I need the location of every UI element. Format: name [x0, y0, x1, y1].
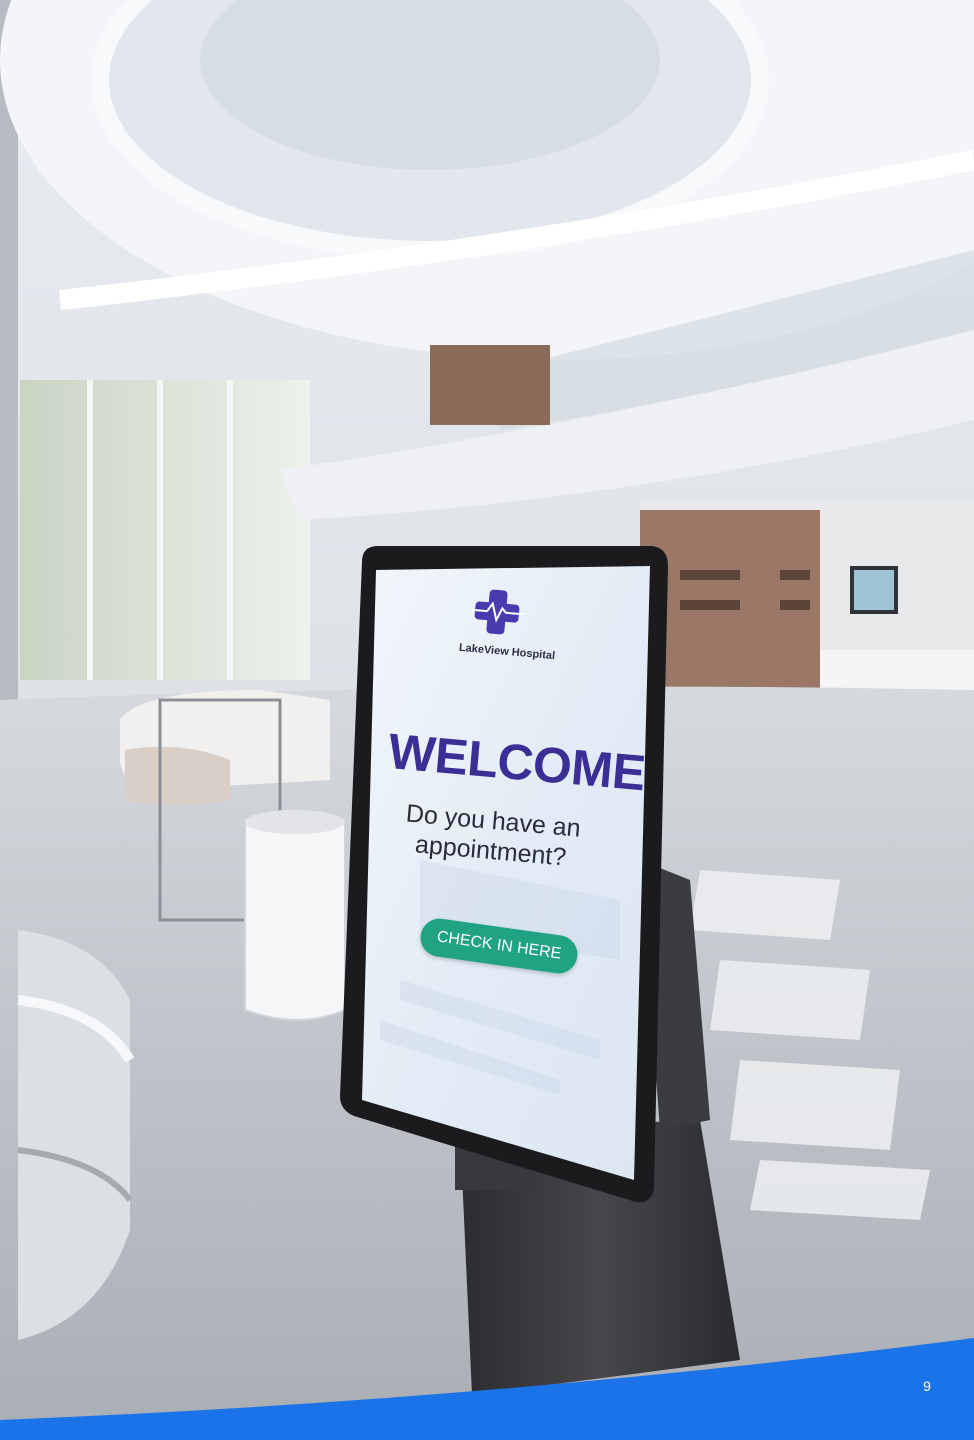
page: LakeView Hospital WELCOME Do you have an… — [0, 0, 974, 1440]
wood-panel-upper — [430, 345, 550, 425]
round-desk — [244, 809, 346, 1021]
page-number: 9 — [923, 1378, 931, 1394]
kiosk-screen — [362, 566, 650, 1180]
round-desk-top — [245, 810, 345, 834]
hospital-lobby-photo — [0, 0, 974, 1440]
window-wall — [20, 380, 310, 680]
lounge-seat — [125, 746, 230, 805]
wall-monitor-screen — [854, 570, 894, 610]
